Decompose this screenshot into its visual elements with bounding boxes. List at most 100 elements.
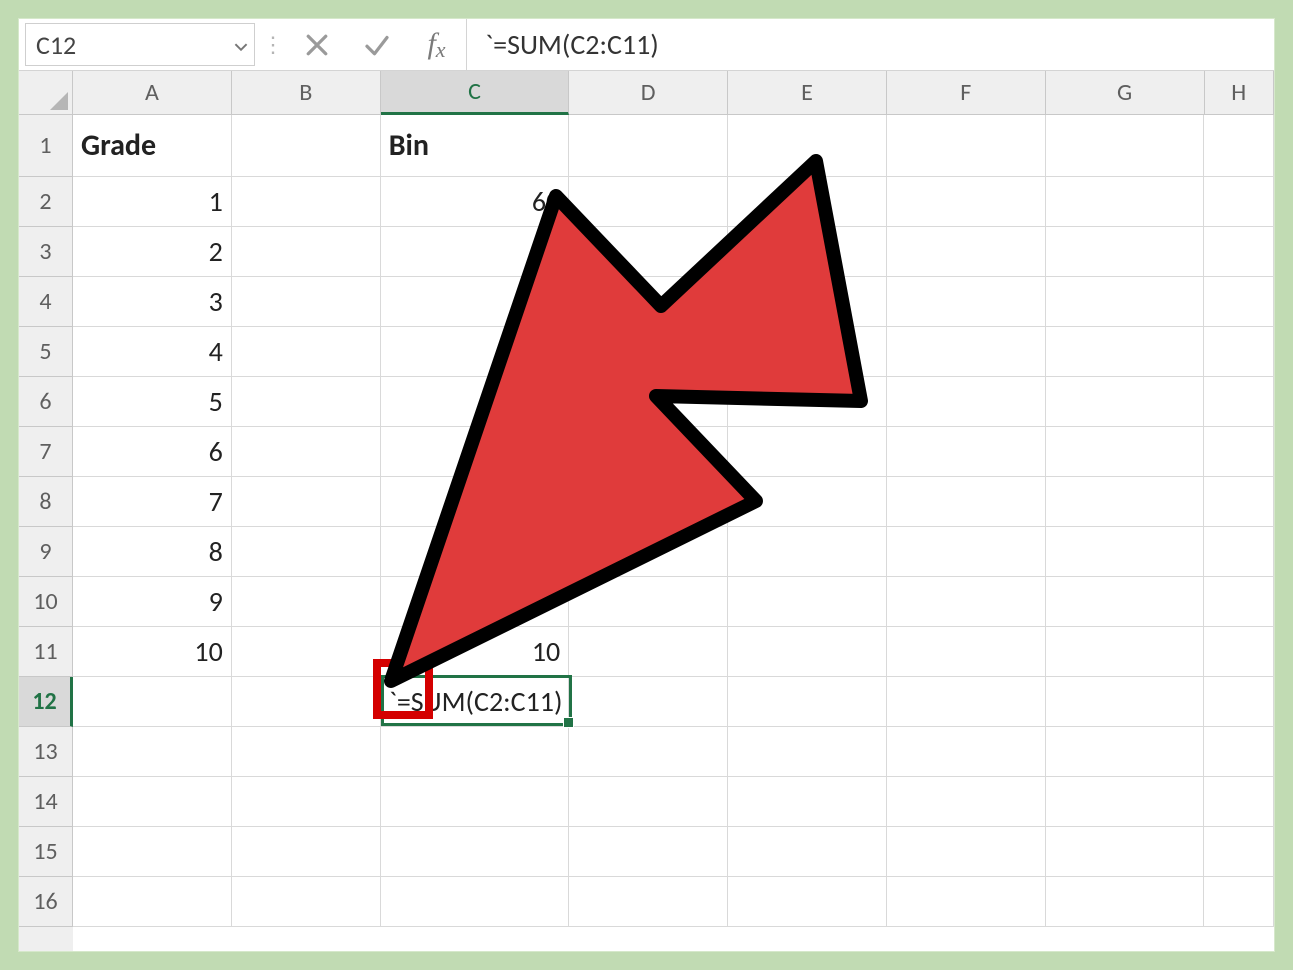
cell-D2[interactable] <box>569 177 728 227</box>
select-all-triangle[interactable] <box>19 71 73 115</box>
cell-A7[interactable]: 6 <box>73 427 232 477</box>
row-header-8[interactable]: 8 <box>19 477 73 527</box>
cell-C2[interactable]: 60 <box>381 177 570 227</box>
cell-A3[interactable]: 2 <box>73 227 232 277</box>
cell-G11[interactable] <box>1046 627 1205 677</box>
cell-C13[interactable] <box>381 727 570 777</box>
cell-D10[interactable] <box>569 577 728 627</box>
column-header-D[interactable]: D <box>569 71 728 115</box>
cell-A6[interactable]: 5 <box>73 377 232 427</box>
cell-C15[interactable] <box>381 827 570 877</box>
cell-E16[interactable] <box>728 877 887 927</box>
row-header-4[interactable]: 4 <box>19 277 73 327</box>
cell-C4[interactable] <box>381 277 570 327</box>
cell-A15[interactable] <box>73 827 232 877</box>
cell-G13[interactable] <box>1046 727 1205 777</box>
cell-G10[interactable] <box>1046 577 1205 627</box>
column-header-C[interactable]: C <box>381 71 570 115</box>
cell-E9[interactable] <box>728 527 887 577</box>
cell-A11[interactable]: 10 <box>73 627 232 677</box>
cell-C6[interactable] <box>381 377 570 427</box>
cell-F5[interactable] <box>887 327 1046 377</box>
row-header-16[interactable]: 16 <box>19 877 73 927</box>
cell-A2[interactable]: 1 <box>73 177 232 227</box>
cell-H11[interactable] <box>1204 627 1274 677</box>
cell-A16[interactable] <box>73 877 232 927</box>
cells-area[interactable]: GradeBin1602434567891010`=SUM(C2:C11) <box>73 115 1274 951</box>
cell-H7[interactable] <box>1204 427 1274 477</box>
cell-C16[interactable] <box>381 877 570 927</box>
cell-D15[interactable] <box>569 827 728 877</box>
cell-C11[interactable]: 10 <box>381 627 570 677</box>
cell-E15[interactable] <box>728 827 887 877</box>
cell-C9[interactable] <box>381 527 570 577</box>
cell-E10[interactable] <box>728 577 887 627</box>
cell-G16[interactable] <box>1046 877 1205 927</box>
cell-F12[interactable] <box>887 677 1046 727</box>
cell-H2[interactable] <box>1204 177 1274 227</box>
cell-B13[interactable] <box>232 727 381 777</box>
cell-E2[interactable] <box>728 177 887 227</box>
cell-H8[interactable] <box>1204 477 1274 527</box>
column-header-G[interactable]: G <box>1046 71 1205 115</box>
cell-D1[interactable] <box>569 115 728 177</box>
column-header-B[interactable]: B <box>232 71 381 115</box>
cell-H4[interactable] <box>1204 277 1274 327</box>
column-header-A[interactable]: A <box>73 71 232 115</box>
cell-G5[interactable] <box>1046 327 1205 377</box>
row-header-13[interactable]: 13 <box>19 727 73 777</box>
cell-D8[interactable] <box>569 477 728 527</box>
cell-D11[interactable] <box>569 627 728 677</box>
row-header-9[interactable]: 9 <box>19 527 73 577</box>
cell-F7[interactable] <box>887 427 1046 477</box>
cell-F1[interactable] <box>887 115 1046 177</box>
spreadsheet-grid[interactable]: ABCDEFGH 12345678910111213141516 GradeBi… <box>19 71 1274 951</box>
cell-A4[interactable]: 3 <box>73 277 232 327</box>
cell-E8[interactable] <box>728 477 887 527</box>
cell-H14[interactable] <box>1204 777 1274 827</box>
cell-H10[interactable] <box>1204 577 1274 627</box>
cell-A9[interactable]: 8 <box>73 527 232 577</box>
cell-D12[interactable] <box>569 677 728 727</box>
cell-B16[interactable] <box>232 877 381 927</box>
cell-G6[interactable] <box>1046 377 1205 427</box>
cell-C8[interactable] <box>381 477 570 527</box>
cell-F4[interactable] <box>887 277 1046 327</box>
cell-E3[interactable] <box>728 227 887 277</box>
cell-F10[interactable] <box>887 577 1046 627</box>
cell-C1[interactable]: Bin <box>381 115 570 177</box>
cell-A8[interactable]: 7 <box>73 477 232 527</box>
row-header-6[interactable]: 6 <box>19 377 73 427</box>
cell-B12[interactable] <box>232 677 381 727</box>
cell-A14[interactable] <box>73 777 232 827</box>
insert-function-button[interactable]: fx <box>407 19 467 70</box>
cell-B3[interactable] <box>232 227 381 277</box>
cell-E7[interactable] <box>728 427 887 477</box>
column-header-E[interactable]: E <box>728 71 887 115</box>
cell-E6[interactable] <box>728 377 887 427</box>
cell-B7[interactable] <box>232 427 381 477</box>
cell-B8[interactable] <box>232 477 381 527</box>
cancel-button[interactable] <box>287 19 347 70</box>
cell-A10[interactable]: 9 <box>73 577 232 627</box>
row-header-5[interactable]: 5 <box>19 327 73 377</box>
name-box[interactable]: C12 <box>25 23 255 66</box>
enter-button[interactable] <box>347 19 407 70</box>
cell-F13[interactable] <box>887 727 1046 777</box>
cell-E13[interactable] <box>728 727 887 777</box>
row-header-10[interactable]: 10 <box>19 577 73 627</box>
cell-E1[interactable] <box>728 115 887 177</box>
cell-H1[interactable] <box>1204 115 1274 177</box>
cell-G4[interactable] <box>1046 277 1205 327</box>
row-header-14[interactable]: 14 <box>19 777 73 827</box>
cell-F9[interactable] <box>887 527 1046 577</box>
cell-D14[interactable] <box>569 777 728 827</box>
cell-G15[interactable] <box>1046 827 1205 877</box>
cell-G9[interactable] <box>1046 527 1205 577</box>
cell-G3[interactable] <box>1046 227 1205 277</box>
cell-G1[interactable] <box>1046 115 1205 177</box>
cell-G2[interactable] <box>1046 177 1205 227</box>
cell-A12[interactable] <box>73 677 232 727</box>
cell-A1[interactable]: Grade <box>73 115 232 177</box>
cell-B1[interactable] <box>232 115 381 177</box>
